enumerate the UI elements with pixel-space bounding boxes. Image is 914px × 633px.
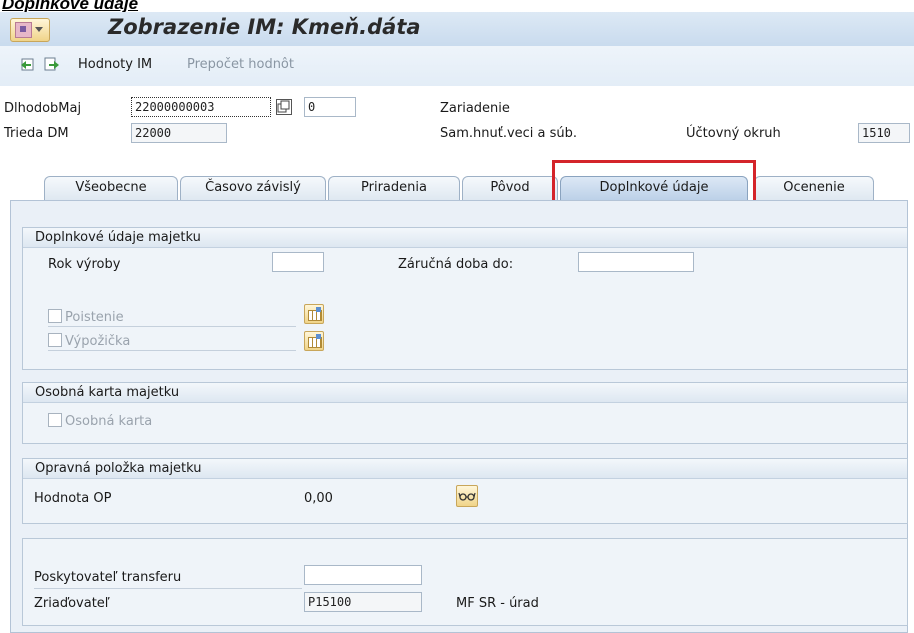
tab-vseobecne[interactable]: Všeobecne [44, 176, 178, 200]
window-copy-icon[interactable] [276, 99, 292, 115]
prepocet-hodnot-button[interactable]: Prepočet hodnôt [187, 57, 294, 72]
vypozicka-table-button[interactable] [304, 331, 324, 351]
divider [34, 588, 302, 589]
osobna-karta-checkbox[interactable]: Osobná karta [48, 413, 152, 429]
checkbox-icon [48, 413, 62, 427]
group-title: Osobná karta majetku [23, 383, 907, 403]
asset-number-field[interactable]: 22000000003 [131, 97, 271, 117]
rok-vyroby-field[interactable] [272, 252, 324, 272]
divider [48, 326, 296, 327]
tab-priradenia[interactable]: Priradenia [328, 176, 460, 200]
group-osobna-karta: Osobná karta majetku [22, 382, 908, 444]
hodnota-op-value: 0,00 [304, 491, 333, 506]
class-field[interactable]: 22000 [131, 123, 227, 143]
tab-ocenenie[interactable]: Ocenenie [754, 176, 874, 200]
zarucna-doba-field[interactable] [578, 252, 694, 272]
rok-vyroby-label: Rok výroby [48, 257, 121, 272]
group-title: Opravná položka majetku [23, 459, 907, 479]
display-details-button[interactable] [456, 485, 478, 507]
asset-description: Sam.hnuť.veci a súb. [440, 126, 578, 141]
poskytovatel-label: Poskytovateľ transferu [34, 570, 182, 585]
group-doplnkove-udaje: Doplnkové údaje majetku [22, 227, 908, 370]
company-code-field[interactable]: 1510 [858, 123, 910, 143]
app-menu-icon [15, 22, 32, 38]
asset-label: DlhodobMaj [4, 101, 82, 116]
sub-number-field[interactable]: 0 [304, 97, 356, 117]
zriadovatel-description: MF SR - úrad [456, 596, 539, 611]
back-arrow-icon[interactable] [20, 56, 36, 72]
hodnota-op-label: Hodnota OP [34, 491, 112, 506]
window-title: Zobrazenie IM: Kmeň.dáta [108, 15, 421, 39]
tab-casovo-zavisly[interactable]: Časovo závislý [180, 176, 326, 200]
vypozicka-checkbox[interactable]: Výpožička [48, 333, 130, 349]
vypozicka-label: Výpožička [65, 334, 131, 349]
poistenie-label: Poistenie [65, 310, 124, 325]
forward-arrow-icon[interactable] [44, 56, 60, 72]
poistenie-checkbox[interactable]: Poistenie [48, 309, 124, 325]
zariadenie-label: Zariadenie [440, 101, 510, 116]
zriadovatel-label: Zriaďovateľ [34, 596, 110, 611]
class-label: Trieda DM [4, 126, 69, 141]
osobna-karta-label: Osobná karta [65, 414, 153, 429]
divider [48, 350, 296, 351]
checkbox-icon [48, 309, 62, 323]
hodnoty-im-button[interactable]: Hodnoty IM [78, 57, 152, 72]
poistenie-table-button[interactable] [304, 304, 324, 324]
zarucna-doba-label: Záručná doba do: [398, 257, 514, 272]
poskytovatel-field[interactable] [304, 565, 422, 585]
glasses-icon [458, 492, 476, 501]
checkbox-icon [48, 333, 62, 347]
system-menu-button[interactable] [10, 18, 50, 42]
zriadovatel-field[interactable]: P15100 [304, 592, 422, 612]
tab-povod[interactable]: Pôvod [462, 176, 558, 200]
company-code-label: Účtovný okruh [686, 126, 781, 141]
chevron-down-icon [35, 27, 43, 32]
group-title: Doplnkové údaje majetku [23, 228, 907, 248]
